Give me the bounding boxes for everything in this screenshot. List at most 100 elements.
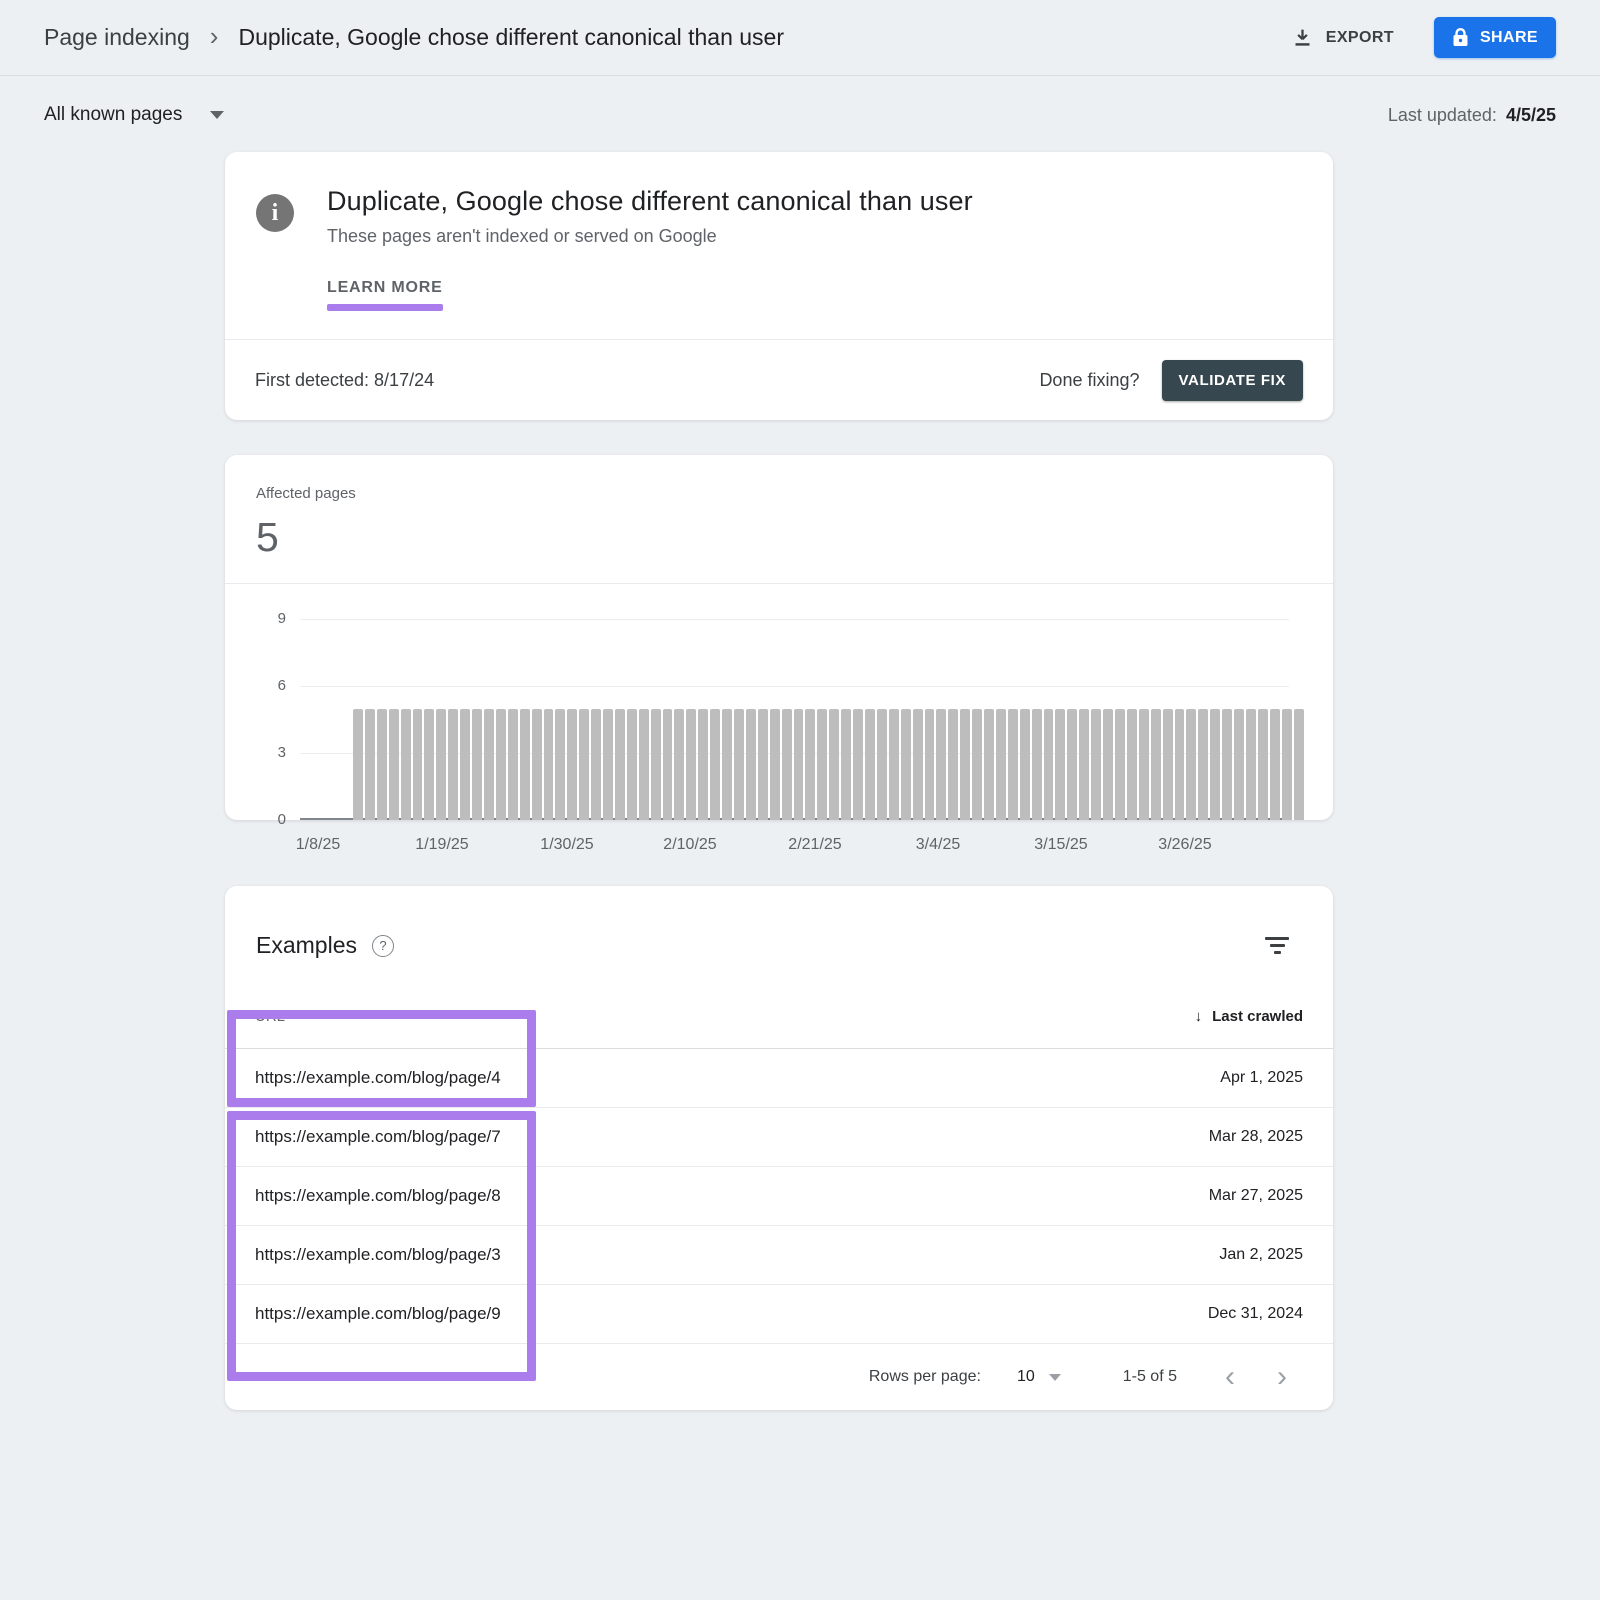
- bar: [1055, 709, 1065, 820]
- bar: [448, 709, 458, 820]
- previous-page-button[interactable]: ‹: [1217, 1362, 1243, 1392]
- bar: [1222, 709, 1232, 820]
- bar: [770, 709, 780, 820]
- y-axis-tick-label: 3: [256, 744, 286, 761]
- bar: [520, 709, 530, 820]
- x-axis-tick-label: 1/8/25: [296, 836, 340, 854]
- export-label: EXPORT: [1326, 29, 1394, 47]
- bar: [472, 709, 482, 820]
- gridline: [300, 686, 1289, 687]
- table-row[interactable]: https://example.com/blog/page/3Jan 2, 20…: [225, 1226, 1333, 1285]
- bar: [794, 709, 804, 820]
- last-crawled-column-header[interactable]: ↓ Last crawled: [1195, 1008, 1303, 1025]
- bar: [746, 709, 756, 820]
- learn-more-link[interactable]: LEARN MORE: [327, 279, 443, 311]
- bar: [1032, 709, 1042, 820]
- learn-more-label: LEARN MORE: [327, 279, 443, 296]
- bar: [925, 709, 935, 820]
- bar: [1044, 709, 1054, 820]
- bar: [936, 709, 946, 820]
- download-icon: [1292, 27, 1313, 48]
- x-axis-tick-label: 1/30/25: [540, 836, 593, 854]
- last-updated: Last updated: 4/5/25: [1388, 105, 1556, 126]
- breadcrumb-parent[interactable]: Page indexing: [44, 24, 190, 51]
- bar: [615, 709, 625, 820]
- sub-header: All known pages Last updated: 4/5/25: [0, 76, 1600, 126]
- last-crawled-cell: Mar 27, 2025: [1209, 1187, 1303, 1205]
- bar: [686, 709, 696, 820]
- last-crawled-label: Last crawled: [1212, 1008, 1303, 1025]
- page-scope-dropdown[interactable]: All known pages: [44, 104, 224, 126]
- bar: [1020, 709, 1030, 820]
- export-button[interactable]: EXPORT: [1292, 27, 1394, 48]
- issue-card-footer: First detected: 8/17/24 Done fixing? VAL…: [225, 340, 1333, 420]
- header-actions: EXPORT SHARE: [1292, 17, 1556, 58]
- examples-table-header: URL ↓ Last crawled: [225, 985, 1333, 1049]
- main-content: i Duplicate, Google chose different cano…: [225, 152, 1333, 1410]
- bar: [853, 709, 863, 820]
- bar: [829, 709, 839, 820]
- bar: [996, 709, 1006, 820]
- bar: [841, 709, 851, 820]
- url-cell: https://example.com/blog/page/3: [255, 1245, 501, 1265]
- sort-descending-icon: ↓: [1195, 1008, 1203, 1025]
- bar: [901, 709, 911, 820]
- bar: [555, 709, 565, 820]
- examples-card: Examples ? URL ↓ Last crawled https://ex…: [225, 886, 1333, 1410]
- done-fixing-label: Done fixing?: [1039, 370, 1139, 391]
- x-axis-tick-label: 3/15/25: [1034, 836, 1087, 854]
- bar: [710, 709, 720, 820]
- bar: [698, 709, 708, 820]
- bar: [389, 709, 399, 820]
- rows-per-page-label: Rows per page:: [869, 1368, 981, 1386]
- bar: [413, 709, 423, 820]
- bar: [889, 709, 899, 820]
- table-row[interactable]: https://example.com/blog/page/7Mar 28, 2…: [225, 1108, 1333, 1167]
- bar: [401, 709, 411, 820]
- bar: [1103, 709, 1113, 820]
- bar: [817, 709, 827, 820]
- gridline: [300, 619, 1289, 620]
- table-row[interactable]: https://example.com/blog/page/4Apr 1, 20…: [225, 1049, 1333, 1108]
- url-column-header: URL: [255, 1008, 285, 1025]
- bar: [567, 709, 577, 820]
- bar: [1198, 709, 1208, 820]
- info-icon: i: [256, 194, 294, 232]
- last-crawled-cell: Mar 28, 2025: [1209, 1128, 1303, 1146]
- page-scope-label: All known pages: [44, 104, 182, 126]
- bar: [960, 709, 970, 820]
- rows-per-page-dropdown[interactable]: 10: [1017, 1368, 1061, 1386]
- fix-group: Done fixing? VALIDATE FIX: [1039, 360, 1303, 401]
- bar: [591, 709, 601, 820]
- annotation-learn-more-highlight: [327, 304, 443, 311]
- bar: [1210, 709, 1220, 820]
- bar: [639, 709, 649, 820]
- y-axis-tick-label: 9: [256, 610, 286, 627]
- table-row[interactable]: https://example.com/blog/page/9Dec 31, 2…: [225, 1285, 1333, 1344]
- breadcrumb-current: Duplicate, Google chose different canoni…: [238, 24, 784, 51]
- pagination: Rows per page: 10 1-5 of 5 ‹ ›: [225, 1344, 1333, 1410]
- share-button[interactable]: SHARE: [1434, 17, 1556, 58]
- bar: [1067, 709, 1077, 820]
- x-axis-tick-label: 2/21/25: [788, 836, 841, 854]
- bar: [1127, 709, 1137, 820]
- bar: [865, 709, 875, 820]
- affected-pages-label: Affected pages: [256, 485, 1303, 502]
- chevron-down-icon: [1049, 1374, 1061, 1381]
- table-row[interactable]: https://example.com/blog/page/8Mar 27, 2…: [225, 1167, 1333, 1226]
- issue-title: Duplicate, Google chose different canoni…: [327, 186, 973, 217]
- bar: [424, 709, 434, 820]
- y-axis-tick-label: 0: [256, 811, 286, 828]
- bar: [484, 709, 494, 820]
- filter-icon[interactable]: [1261, 933, 1293, 958]
- next-page-button[interactable]: ›: [1269, 1362, 1295, 1392]
- chart-card-divider: [225, 583, 1333, 584]
- bar: [1175, 709, 1185, 820]
- bar: [1115, 709, 1125, 820]
- validate-fix-button[interactable]: VALIDATE FIX: [1162, 360, 1303, 401]
- help-icon[interactable]: ?: [372, 935, 394, 957]
- bar: [460, 709, 470, 820]
- bar: [436, 709, 446, 820]
- x-axis-tick-label: 3/4/25: [916, 836, 960, 854]
- bar: [1282, 709, 1292, 820]
